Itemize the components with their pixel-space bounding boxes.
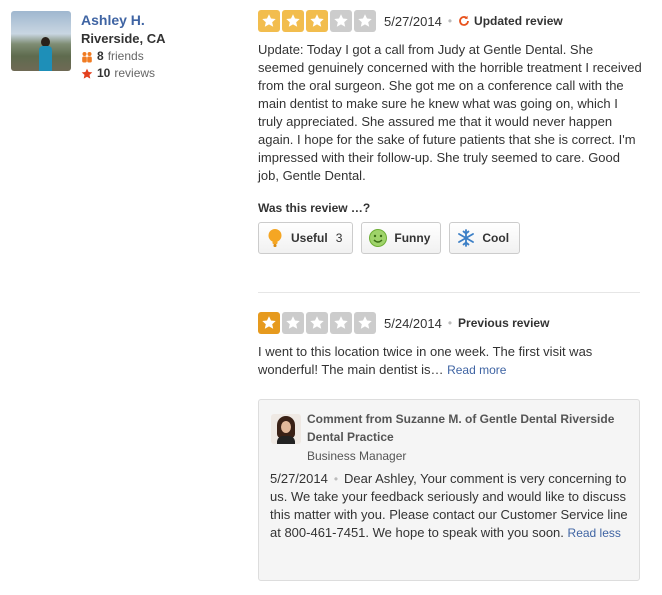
funny-label: Funny	[394, 231, 431, 245]
cool-label: Cool	[482, 231, 510, 245]
business-owner-comment: Comment from Suzanne M. of Gentle Dental…	[258, 399, 640, 581]
cool-button[interactable]: Cool	[449, 222, 521, 254]
read-more-link[interactable]: Read more	[447, 363, 506, 377]
friends-label: friends	[107, 49, 144, 63]
current-review: 5/27/2014 • Updated review Update: Today…	[258, 9, 642, 254]
review-status-label: Updated review	[474, 14, 563, 28]
star-rating	[258, 312, 376, 334]
star-empty-icon	[354, 312, 376, 334]
user-name-link[interactable]: Ashley H.	[81, 10, 166, 30]
separator-dot: •	[447, 316, 453, 330]
funny-button[interactable]: Funny	[361, 222, 442, 254]
previous-review: 5/24/2014 • Previous review I went to th…	[258, 311, 642, 379]
snowflake-icon	[456, 228, 476, 248]
useful-label: Useful	[291, 231, 328, 245]
owner-role: Business Manager	[307, 449, 407, 463]
review-date: 5/24/2014	[384, 315, 442, 331]
star-rating	[258, 10, 376, 32]
star-empty-icon	[330, 10, 352, 32]
rating-row: 5/24/2014 • Previous review	[258, 311, 642, 335]
refresh-icon	[459, 15, 469, 26]
useful-count: 3	[335, 231, 343, 245]
vote-buttons: Useful 3 Funny Cool	[258, 222, 642, 254]
reviews-label: reviews	[114, 66, 156, 80]
owner-comment-body: 5/27/2014 • Dear Ashley, Your comment is v…	[270, 470, 632, 542]
star-empty-icon	[354, 10, 376, 32]
read-less-link[interactable]: Read less	[568, 526, 621, 540]
review-snippet: I went to this location twice in one wee…	[258, 344, 593, 377]
owner-avatar[interactable]	[271, 414, 301, 444]
separator-dot: •	[333, 472, 339, 486]
separator-dot: •	[447, 14, 453, 28]
star-empty-icon	[330, 312, 352, 334]
star-empty-icon	[282, 312, 304, 334]
review-text: I went to this location twice in one wee…	[258, 343, 642, 379]
owner-comment-title: Comment from Suzanne M. of Gentle Dental…	[307, 412, 615, 444]
user-avatar[interactable]	[11, 11, 71, 71]
star-filled-icon	[282, 10, 304, 32]
review-status: Updated review	[458, 14, 563, 28]
smiley-icon	[368, 228, 388, 248]
review-status: Previous review	[458, 316, 550, 330]
star-filled-icon	[258, 10, 280, 32]
review-date: 5/27/2014	[384, 13, 442, 29]
feedback-label: Was this review …?	[258, 201, 371, 215]
star-filled-icon	[306, 10, 328, 32]
friends-count: 8	[97, 49, 104, 63]
review-divider	[258, 292, 640, 293]
friends-icon	[81, 51, 93, 63]
owner-avatar-face	[281, 421, 291, 433]
owner-comment-date: 5/27/2014	[270, 471, 328, 486]
user-location: Riverside, CA	[81, 31, 166, 46]
star-icon	[81, 68, 93, 80]
review-text: Update: Today I got a call from Judy at …	[258, 42, 642, 183]
reviews-count: 10	[97, 66, 111, 80]
star-empty-icon	[306, 312, 328, 334]
user-info: Ashley H. Riverside, CA 8 friends 10 rev…	[81, 10, 166, 82]
useful-button[interactable]: Useful 3	[258, 222, 354, 254]
lightbulb-icon	[265, 228, 285, 248]
user-friends: 8 friends	[81, 48, 166, 65]
star-filled-icon	[258, 312, 280, 334]
rating-row: 5/27/2014 • Updated review	[258, 9, 642, 33]
owner-avatar-shirt	[277, 436, 295, 444]
owner-header: Comment from Suzanne M. of Gentle Dental…	[307, 410, 627, 465]
avatar-figure-body	[39, 46, 52, 71]
user-reviews: 10 reviews	[81, 65, 166, 82]
